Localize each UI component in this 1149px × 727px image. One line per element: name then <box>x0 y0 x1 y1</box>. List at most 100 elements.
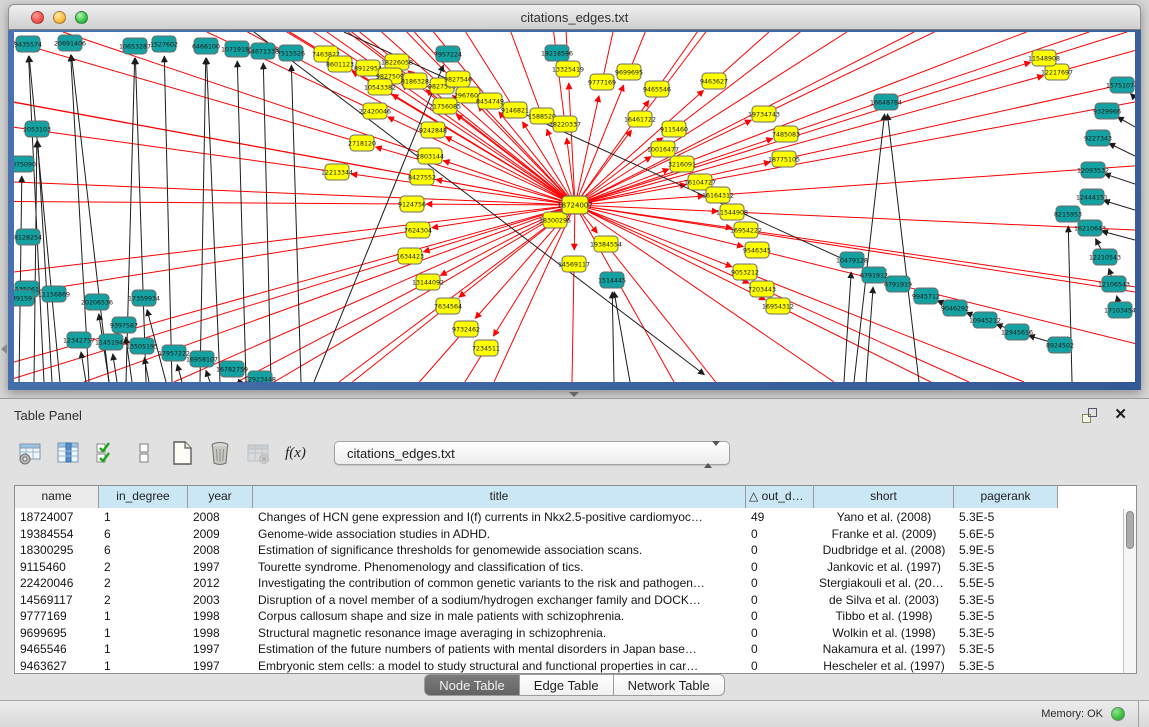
graph-node[interactable]: 1514445 <box>598 272 626 288</box>
graph-node[interactable]: 12213344 <box>321 164 353 180</box>
graph-node[interactable]: 21756085 <box>429 98 461 114</box>
graph-node[interactable]: 11544908 <box>716 204 748 220</box>
graph-node[interactable]: 10719185 <box>221 41 253 57</box>
graph-node[interactable]: 9115460 <box>660 121 688 137</box>
graph-node[interactable]: 12945616 <box>1001 324 1033 340</box>
deselect-all-icon[interactable] <box>130 440 157 467</box>
graph-node[interactable]: 17957222 <box>158 345 190 361</box>
graph-node[interactable]: 9227343 <box>1084 130 1112 146</box>
column-header-pagerank[interactable]: pagerank <box>954 486 1058 508</box>
graph-node[interactable]: 8427552 <box>408 169 436 185</box>
graph-node[interactable]: 9732462 <box>452 321 480 337</box>
graph-node[interactable]: 9124756 <box>398 196 426 212</box>
graph-node[interactable]: 11548908 <box>1028 50 1060 66</box>
graph-node[interactable]: 9053212 <box>731 264 759 280</box>
graph-node[interactable]: 9046292 <box>941 300 969 316</box>
table-row[interactable]: 977716911998Corpus callosum shape and si… <box>15 608 1123 625</box>
graph-node[interactable]: 20691406 <box>54 35 86 51</box>
graph-node[interactable]: 12342757 <box>63 332 95 348</box>
graph-node[interactable]: 10653287 <box>119 38 151 54</box>
tab-network-table[interactable]: Network Table <box>614 674 725 696</box>
graph-node[interactable]: 16164312 <box>702 187 734 203</box>
delete-rows-icon[interactable] <box>206 440 233 467</box>
table-settings-icon[interactable] <box>16 440 43 467</box>
graph-node[interactable]: 9465546 <box>643 81 671 97</box>
graph-node[interactable]: 7515526 <box>277 45 305 61</box>
splitter-collapse-icon[interactable] <box>569 392 579 397</box>
table-row[interactable]: 2242004622012Investigating the contribut… <box>15 575 1123 592</box>
graph-node[interactable]: 13505195 <box>126 338 158 354</box>
graph-node[interactable]: 9827546 <box>444 71 472 87</box>
graph-node[interactable]: 9146821 <box>501 102 529 118</box>
graph-node[interactable]: 9397587 <box>110 317 138 333</box>
graph-node[interactable]: 17359934 <box>128 290 160 306</box>
graph-node[interactable]: 1075090 <box>14 156 36 172</box>
graph-node[interactable]: 17103454 <box>1104 302 1135 318</box>
column-header-name[interactable]: name <box>15 486 99 508</box>
table-row[interactable]: 969969511998Structural magnetic resonanc… <box>15 625 1123 642</box>
graph-node[interactable]: 20206536 <box>81 294 113 310</box>
graph-node[interactable]: 16648784 <box>870 94 902 110</box>
table-row[interactable]: 1872400712008Changes of HCN gene express… <box>15 509 1123 526</box>
float-panel-icon[interactable] <box>1082 408 1097 423</box>
table-selector-dropdown[interactable]: citations_edges.txt <box>334 441 730 465</box>
graph-node[interactable]: 1527602 <box>150 36 178 52</box>
graph-node[interactable]: 7634564 <box>434 298 462 314</box>
graph-node[interactable]: 10543382 <box>364 79 396 95</box>
graph-node[interactable]: 2718120 <box>348 135 376 151</box>
graph-node[interactable]: 13325419 <box>552 61 584 77</box>
graph-node[interactable]: 9242848 <box>419 122 447 138</box>
graph-node[interactable]: 15751074 <box>1106 77 1135 93</box>
graph-node[interactable]: 10479128 <box>836 252 868 268</box>
graph-node[interactable]: 8215953 <box>1054 206 1082 222</box>
graph-node[interactable]: 16782759 <box>216 361 248 377</box>
tab-node-table[interactable]: Node Table <box>424 674 520 696</box>
new-table-icon[interactable] <box>168 440 195 467</box>
table-row[interactable]: 911546021997Tourette syndrome. Phenomeno… <box>15 559 1123 576</box>
graph-node[interactable]: 9463627 <box>700 73 728 89</box>
network-canvas[interactable]: 7463822860112389129541822605898275098186… <box>14 32 1135 382</box>
column-header-short[interactable]: short <box>814 486 954 508</box>
graph-node[interactable]: 6466100 <box>192 38 220 54</box>
graph-node[interactable]: 10016477 <box>647 141 679 157</box>
graph-node[interactable]: 13144092 <box>412 274 444 290</box>
graph-node[interactable]: 2803144 <box>416 148 444 164</box>
graph-node[interactable]: 12210543 <box>1089 249 1121 265</box>
delete-table-icon[interactable] <box>244 440 271 467</box>
table-row[interactable]: 1938455462009Genome-wide association stu… <box>15 526 1123 543</box>
graph-node[interactable]: 9546345 <box>743 242 771 258</box>
graph-node[interactable]: 39159 <box>14 290 34 306</box>
graph-node[interactable]: 18724007 <box>557 196 593 214</box>
graph-node[interactable]: 9699695 <box>615 64 643 80</box>
graph-node[interactable]: 8128254 <box>14 229 42 245</box>
graph-node[interactable]: 1588520 <box>528 108 556 124</box>
graph-node[interactable]: 11451944 <box>95 334 127 350</box>
graph-node[interactable]: 19218586 <box>541 45 573 61</box>
graph-node[interactable]: 8186328 <box>401 73 429 89</box>
tab-edge-table[interactable]: Edge Table <box>520 674 614 696</box>
graph-node[interactable]: 10945212 <box>969 312 1001 328</box>
graph-node[interactable]: 7957224 <box>434 46 462 62</box>
graph-node[interactable]: 19734743 <box>748 106 780 122</box>
graph-node[interactable]: 12923448 <box>244 371 276 382</box>
graph-node[interactable]: 9777169 <box>588 74 616 90</box>
graph-node[interactable]: 14569117 <box>558 256 590 272</box>
graph-node[interactable]: 16954222 <box>730 222 762 238</box>
select-all-icon[interactable] <box>92 440 119 467</box>
graph-node[interactable]: 9329966 <box>1093 103 1121 119</box>
graph-node[interactable]: 22420046 <box>359 103 391 119</box>
column-header-in_degree[interactable]: in_degree <box>99 486 188 508</box>
show-column-icon[interactable] <box>54 440 81 467</box>
graph-node[interactable]: 7485083 <box>772 126 800 142</box>
table-row[interactable]: 1456911722003Disruption of a novel membe… <box>15 592 1123 609</box>
graph-node[interactable]: 18775105 <box>768 151 800 167</box>
graph-node[interactable]: 12444151 <box>1076 189 1108 205</box>
network-graph[interactable]: 7463822860112389129541822605898275098186… <box>14 32 1135 382</box>
column-header-year[interactable]: year <box>188 486 253 508</box>
table-row[interactable]: 1830029562008Estimation of significance … <box>15 542 1123 559</box>
graph-node[interactable]: 7624304 <box>404 222 432 238</box>
graph-node[interactable]: 2053103 <box>23 121 51 137</box>
graph-node[interactable]: 8601123 <box>326 56 354 72</box>
graph-node[interactable]: 6791919 <box>884 276 912 292</box>
graph-node[interactable]: 9945712 <box>912 288 940 304</box>
